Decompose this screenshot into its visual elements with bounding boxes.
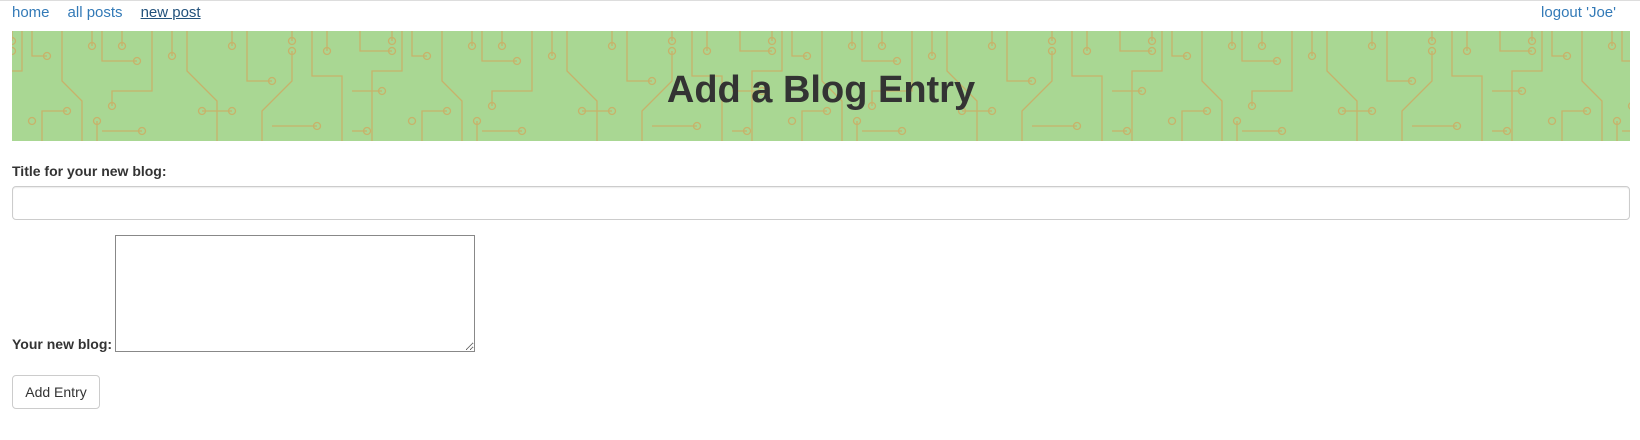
top-navbar: home all posts new post logout 'Joe' [0, 0, 1640, 30]
add-entry-button[interactable]: Add Entry [12, 375, 100, 409]
nav-link-all-posts[interactable]: all posts [68, 4, 123, 21]
page-title: Add a Blog Entry [666, 69, 976, 111]
blog-label: Your new blog: [12, 336, 113, 352]
nav-right: logout 'Joe' [1541, 4, 1616, 21]
nav-links: home all posts new post [12, 4, 201, 21]
logout-link[interactable]: logout 'Joe' [1541, 4, 1616, 21]
nav-link-new-post[interactable]: new post [141, 4, 201, 21]
nav-link-home[interactable]: home [12, 4, 50, 21]
title-input[interactable] [12, 186, 1630, 220]
new-entry-form: Title for your new blog: Your new blog: … [12, 160, 1630, 409]
blog-textarea[interactable] [115, 235, 475, 352]
title-label: Title for your new blog: [12, 163, 167, 179]
page-banner: Add a Blog Entry [12, 31, 1630, 141]
